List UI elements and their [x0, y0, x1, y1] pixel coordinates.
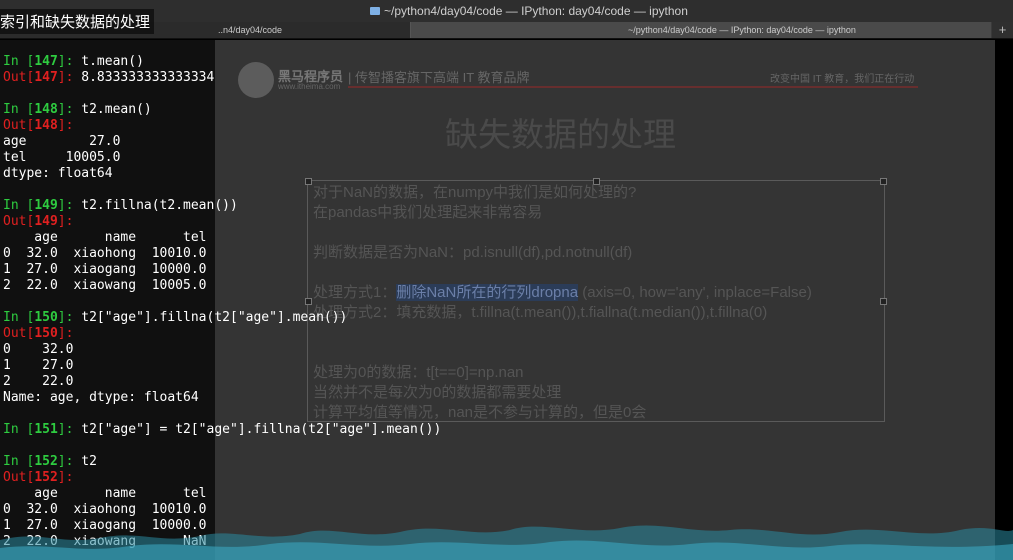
highlighted-text: 删除NaN所在的行列dropna [396, 284, 579, 301]
video-overlay-title: 索引和缺失数据的处理 [0, 9, 155, 34]
slide-line: 计算平均值等情况，nan是不参与计算的，但是0会 [313, 404, 647, 421]
prompt-number: 152 [34, 470, 58, 485]
output-prompt-line: Out[150]: [3, 326, 73, 342]
input-prompt-line: In [151]: t2["age"] = t2["age"].fillna(t… [3, 422, 441, 438]
resize-handle [305, 298, 312, 305]
code-text: t2["age"].fillna(t2["age"].mean()) [81, 310, 348, 325]
prompt-label: In [ [3, 198, 35, 213]
slide-line [313, 263, 812, 283]
prompt-label: Out[ [3, 326, 35, 341]
tab-terminal-2[interactable]: ~/python4/day04/code — IPython: day04/co… [411, 22, 991, 38]
divider [348, 86, 918, 88]
new-tab-button[interactable]: + [992, 22, 1013, 38]
code-text: t.mean() [81, 54, 144, 69]
output-text-line: dtype: float64 [3, 166, 113, 181]
output-text-line: 0 32.0 xiaohong 10010.0 [3, 246, 207, 261]
code-text: t2 [81, 454, 97, 469]
resize-handle [880, 178, 887, 185]
input-prompt-line: In [150]: t2["age"].fillna(t2["age"].mea… [3, 310, 347, 326]
brand-logo-icon [238, 62, 274, 98]
prompt-number: 149 [34, 198, 58, 213]
prompt-close: ]: [57, 422, 82, 437]
prompt-number: 152 [34, 454, 58, 469]
prompt-number: 150 [34, 310, 58, 325]
window-title: ~/python4/day04/code — IPython: day04/co… [370, 4, 688, 18]
input-prompt-line: In [147]: t.mean() [3, 54, 144, 70]
output-text-line: 1 27.0 [3, 358, 74, 373]
output-prompt-line: Out[149]: [3, 214, 73, 230]
prompt-number: 151 [34, 422, 58, 437]
slide-content: 对于NaN的数据，在numpy中我们是如何处理的? 在pandas中我们处理起来… [313, 183, 812, 423]
output-text-line: 2 22.0 xiaowang 10005.0 [3, 278, 207, 293]
prompt-number: 148 [34, 102, 58, 117]
prompt-label: Out[ [3, 70, 35, 85]
prompt-close: ]: [57, 454, 82, 469]
slide-line: 在pandas中我们处理起来非常容易 [313, 204, 543, 221]
prompt-number: 150 [34, 326, 58, 341]
output-text-line: 0 32.0 [3, 342, 74, 357]
output-text-line: age name tel [3, 230, 207, 245]
prompt-close: ]: [57, 470, 74, 485]
input-prompt-line: In [149]: t2.fillna(t2.mean()) [3, 198, 238, 214]
slide-right-text: 改变中国 IT 教育，我们正在行动 [770, 74, 915, 85]
prompt-label: In [ [3, 102, 35, 117]
output-prompt-line: Out[152]: [3, 470, 73, 486]
slide-site: www.itheima.com [278, 82, 341, 91]
slide-line [313, 323, 812, 343]
prompt-number: 149 [34, 214, 58, 229]
resize-handle [305, 178, 312, 185]
code-text: 8.833333333333334 [81, 70, 215, 85]
prompt-label: In [ [3, 54, 35, 69]
slide-title: 缺失数据的处理 [445, 116, 676, 153]
audio-waveform [0, 525, 1013, 560]
code-text: t2.fillna(t2.mean()) [81, 198, 238, 213]
prompt-close: ]: [57, 214, 74, 229]
output-text-line: 1 27.0 xiaogang 10000.0 [3, 262, 207, 277]
prompt-label: In [ [3, 422, 35, 437]
prompt-number: 148 [34, 118, 58, 133]
prompt-close: ]: [57, 310, 82, 325]
prompt-number: 147 [34, 70, 58, 85]
prompt-close: ]: [57, 198, 82, 213]
input-prompt-line: In [148]: t2.mean() [3, 102, 152, 118]
prompt-label: In [ [3, 454, 35, 469]
prompt-number: 147 [34, 54, 58, 69]
slide-line: 对于NaN的数据，在numpy中我们是如何处理的? [313, 184, 637, 201]
slide-line [313, 343, 812, 363]
prompt-close: ]: [57, 70, 82, 85]
output-prompt-line: Out[147]: 8.833333333333334 [3, 70, 214, 86]
slide-line: 处理为0的数据：t[t==0]=np.nan [313, 364, 524, 381]
slide-line: 判断数据是否为NaN：pd.isnull(df),pd.notnull(df) [313, 244, 633, 261]
resize-handle [880, 298, 887, 305]
prompt-label: Out[ [3, 118, 35, 133]
input-prompt-line: In [152]: t2 [3, 454, 97, 470]
output-text-line: tel 10005.0 [3, 150, 121, 165]
prompt-close: ]: [57, 326, 74, 341]
prompt-label: Out[ [3, 470, 35, 485]
slide-slogan: | 传智播客旗下高端 IT 教育品牌 [348, 70, 530, 85]
slide-line: 处理方式2：填充数据，t.fillna(t.mean()),t.fiallna(… [313, 304, 768, 321]
output-prompt-line: Out[148]: [3, 118, 73, 134]
code-text: t2.mean() [81, 102, 152, 117]
slide-line: 处理方式1：删除NaN所在的行列dropna (axis=0, how='any… [313, 284, 812, 301]
prompt-close: ]: [57, 102, 82, 117]
prompt-close: ]: [57, 54, 82, 69]
code-text: t2["age"] = t2["age"].fillna(t2["age"].m… [81, 422, 442, 437]
slide-line: 当然并不是每次为0的数据都需要处理 [313, 384, 562, 401]
prompt-label: In [ [3, 310, 35, 325]
prompt-label: Out[ [3, 214, 35, 229]
slide-line [313, 223, 812, 243]
prompt-close: ]: [57, 118, 74, 133]
folder-icon [370, 7, 380, 15]
output-text-line: Name: age, dtype: float64 [3, 390, 199, 405]
output-text-line: 2 22.0 [3, 374, 74, 389]
output-text-line: age 27.0 [3, 134, 121, 149]
